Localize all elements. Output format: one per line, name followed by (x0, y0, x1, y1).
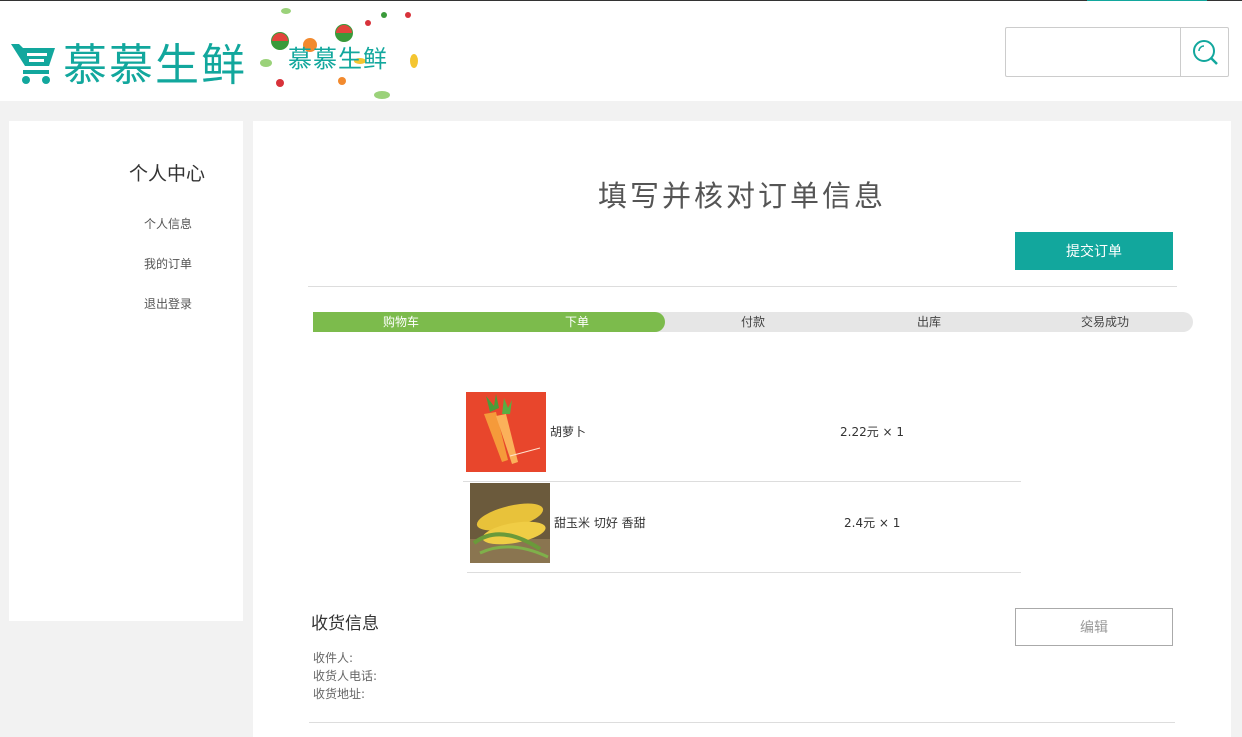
search-bar (1005, 27, 1229, 77)
receiver-phone-label: 收货人电话: (313, 669, 378, 683)
divider (309, 722, 1175, 723)
product-price-quantity: 2.22元 × 1 (840, 425, 905, 439)
search-input[interactable] (1005, 27, 1181, 77)
corn-product-image[interactable] (470, 483, 550, 563)
product-name[interactable]: 甜玉米 切好 香甜 (554, 514, 646, 531)
shopping-cart-icon (11, 44, 55, 84)
search-button[interactable] (1180, 27, 1229, 77)
site-logo[interactable]: 慕慕生鲜 (9, 31, 247, 91)
carrot-icon (466, 392, 546, 472)
site-header: 慕慕生鲜 慕慕生鲜 (0, 1, 1242, 101)
order-item: 甜玉米 切好 香甜 2.4元 × 1 (467, 483, 1021, 573)
order-progress-bar: 购物车 下单 付款 出库 交易成功 (313, 312, 1193, 332)
progress-step-order: 下单 (564, 315, 589, 329)
shipping-info-title: 收货信息 (311, 614, 379, 634)
fruit-logo-text: 慕慕生鲜 (288, 45, 388, 73)
divider (308, 286, 1177, 287)
corn-icon (470, 483, 550, 563)
submit-order-button[interactable]: 提交订单 (1015, 232, 1173, 270)
progress-step-shipping: 出库 (916, 315, 941, 329)
receiver-label: 收件人: (313, 651, 354, 665)
order-item: 胡萝卜 2.22元 × 1 (463, 392, 1021, 482)
order-confirm-panel: 填写并核对订单信息 提交订单 购物车 下单 付款 出库 交易成功 胡萝卜 2.2… (253, 121, 1231, 737)
logo-text: 慕慕生鲜 (63, 40, 247, 91)
search-icon (1192, 40, 1218, 65)
product-name[interactable]: 胡萝卜 (550, 423, 586, 440)
sidebar: 个人中心 个人信息 我的订单 退出登录 (9, 121, 243, 621)
carrot-product-image[interactable] (466, 392, 546, 472)
sidebar-title: 个人中心 (129, 163, 206, 185)
shipping-address-label: 收货地址: (313, 687, 366, 701)
edit-shipping-button[interactable]: 编辑 (1015, 608, 1173, 646)
sidebar-item-logout[interactable]: 退出登录 (144, 295, 192, 312)
product-price-quantity: 2.4元 × 1 (844, 516, 901, 530)
progress-step-cart: 购物车 (382, 315, 419, 329)
sidebar-item-orders[interactable]: 我的订单 (144, 255, 192, 272)
page-title: 填写并核对订单信息 (597, 179, 886, 213)
fruit-logo-banner: 慕慕生鲜 (258, 5, 420, 99)
progress-step-payment: 付款 (740, 315, 765, 329)
progress-step-complete: 交易成功 (1080, 315, 1129, 329)
sidebar-item-profile[interactable]: 个人信息 (144, 215, 192, 232)
